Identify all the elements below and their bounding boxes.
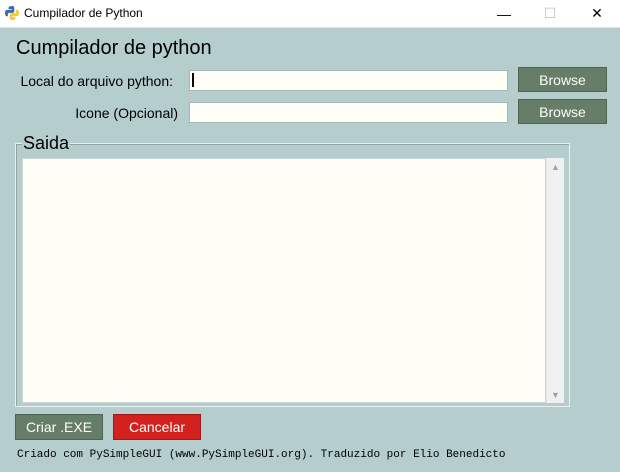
text-cursor bbox=[192, 73, 194, 87]
file-path-label: Local do arquivo python: bbox=[20, 73, 173, 89]
close-button[interactable]: ✕ bbox=[574, 0, 620, 27]
python-logo-icon bbox=[5, 6, 19, 20]
build-exe-button[interactable]: Criar .EXE bbox=[15, 414, 103, 440]
file-path-input[interactable] bbox=[189, 70, 508, 91]
scroll-up-icon[interactable]: ▲ bbox=[547, 158, 564, 175]
title-bar: Cumpilador de Python — ☐ ✕ bbox=[0, 0, 620, 28]
scroll-down-icon[interactable]: ▼ bbox=[547, 386, 564, 403]
output-textarea[interactable] bbox=[22, 158, 546, 403]
cancel-button[interactable]: Cancelar bbox=[113, 414, 201, 440]
browse-icon-button[interactable]: Browse bbox=[518, 99, 607, 124]
icon-path-label: Icone (Opcional) bbox=[75, 105, 178, 121]
window-title: Cumpilador de Python bbox=[24, 6, 143, 20]
minimize-button[interactable]: — bbox=[481, 0, 527, 27]
page-heading: Cumpilador de python bbox=[16, 37, 212, 59]
maximize-button[interactable]: ☐ bbox=[527, 0, 573, 27]
icon-path-input[interactable] bbox=[189, 102, 508, 123]
output-scrollbar[interactable]: ▲ ▼ bbox=[546, 158, 564, 403]
output-frame-title: Saida bbox=[22, 133, 71, 154]
browse-file-button[interactable]: Browse bbox=[518, 67, 607, 92]
footer-credits: Criado com PySimpleGUI (www.PySimpleGUI.… bbox=[17, 449, 506, 461]
